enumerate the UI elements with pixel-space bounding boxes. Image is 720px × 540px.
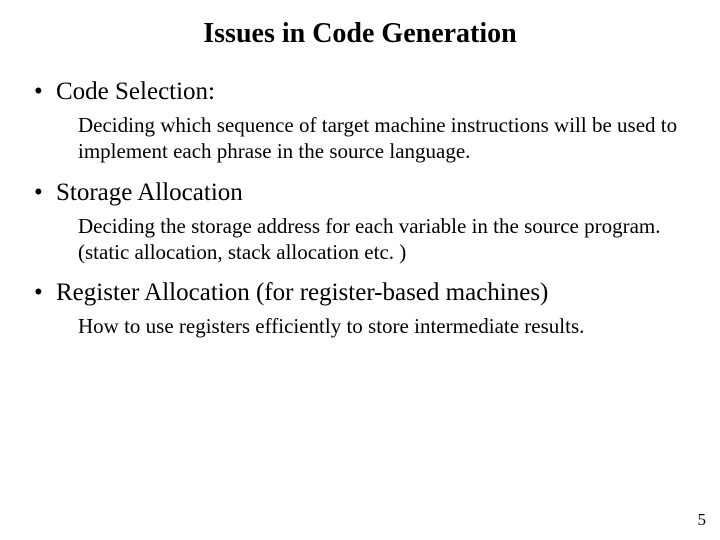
bullet-description: Deciding the storage address for each va… bbox=[78, 213, 692, 266]
bullet-heading-row: • Register Allocation (for register-base… bbox=[34, 279, 692, 307]
slide: Issues in Code Generation • Code Selecti… bbox=[0, 0, 720, 540]
list-item: • Register Allocation (for register-base… bbox=[34, 279, 692, 339]
bullet-heading: Register Allocation (for register-based … bbox=[56, 279, 692, 307]
bullet-icon: • bbox=[34, 78, 56, 106]
bullet-description: How to use registers efficiently to stor… bbox=[78, 313, 692, 339]
bullet-heading-row: • Storage Allocation bbox=[34, 179, 692, 207]
list-item: • Code Selection: Deciding which sequenc… bbox=[34, 78, 692, 165]
bullet-list: • Code Selection: Deciding which sequenc… bbox=[28, 78, 692, 339]
bullet-heading-row: • Code Selection: bbox=[34, 78, 692, 106]
bullet-heading: Code Selection: bbox=[56, 78, 692, 106]
page-number: 5 bbox=[698, 510, 707, 530]
bullet-icon: • bbox=[34, 179, 56, 207]
bullet-description: Deciding which sequence of target machin… bbox=[78, 112, 692, 165]
slide-title: Issues in Code Generation bbox=[28, 18, 692, 50]
bullet-icon: • bbox=[34, 279, 56, 307]
list-item: • Storage Allocation Deciding the storag… bbox=[34, 179, 692, 266]
bullet-heading: Storage Allocation bbox=[56, 179, 692, 207]
